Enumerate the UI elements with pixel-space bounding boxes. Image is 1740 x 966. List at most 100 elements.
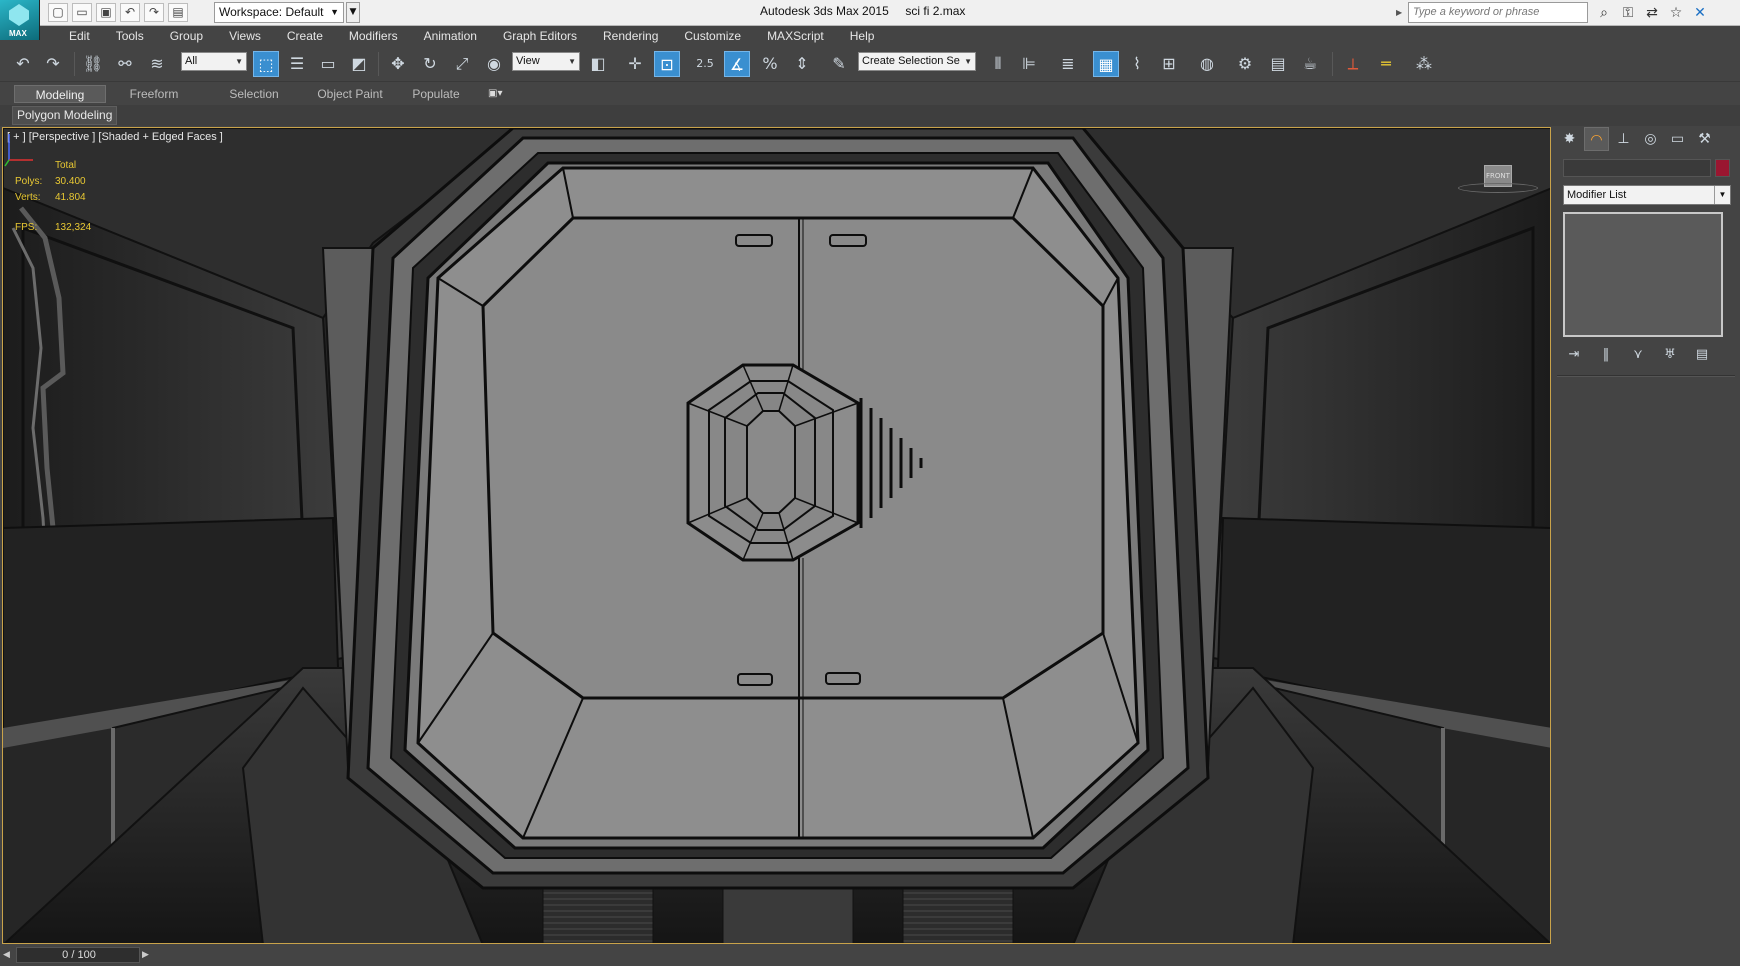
undo-icon[interactable]: ↶ bbox=[120, 3, 140, 22]
redo-icon[interactable]: ↷ bbox=[40, 51, 66, 77]
window-crossing-icon[interactable]: ◩ bbox=[346, 51, 372, 77]
pin-stack-icon[interactable]: ⇥ bbox=[1563, 345, 1585, 365]
ribbon-minimize-icon[interactable]: ▣▾ bbox=[488, 88, 510, 100]
menu-animation[interactable]: Animation bbox=[411, 26, 490, 46]
selection-filter-dropdown[interactable]: All ▼ bbox=[181, 52, 247, 71]
hierarchy-tab-icon[interactable]: ⊥ bbox=[1611, 127, 1636, 151]
select-by-name-icon[interactable]: ☰ bbox=[284, 51, 310, 77]
modify-tab-icon[interactable]: ◠ bbox=[1584, 127, 1609, 151]
app-name: Autodesk 3ds Max 2015 bbox=[760, 4, 889, 18]
pivot-tool-icon[interactable]: ⟂ bbox=[1340, 51, 1366, 77]
scene-explorer-icon[interactable]: ▦ bbox=[1093, 51, 1119, 77]
align-icon[interactable]: ⊫ bbox=[1016, 51, 1042, 77]
measure-distance-icon[interactable]: ═ bbox=[1373, 51, 1399, 77]
bind-to-space-warp-icon[interactable]: ≋ bbox=[144, 51, 170, 77]
menu-rendering[interactable]: Rendering bbox=[590, 26, 671, 46]
pivot-center-icon[interactable]: ◧ bbox=[585, 51, 611, 77]
select-and-move-icon[interactable]: ✥ bbox=[385, 51, 411, 77]
select-and-place-icon[interactable]: ◉ bbox=[481, 51, 507, 77]
menu-modifiers[interactable]: Modifiers bbox=[336, 26, 411, 46]
snaps-toggle-icon[interactable]: 2.5 bbox=[692, 51, 718, 77]
menu-edit[interactable]: Edit bbox=[56, 26, 103, 46]
tab-populate[interactable]: Populate bbox=[396, 85, 476, 103]
utilities-tab-icon[interactable]: ⚒ bbox=[1692, 127, 1717, 151]
modifier-list-dropdown[interactable]: Modifier List ▼ bbox=[1563, 185, 1731, 205]
open-file-icon[interactable]: ▭ bbox=[72, 3, 92, 22]
menu-views[interactable]: Views bbox=[216, 26, 274, 46]
verts-value: 41.804 bbox=[55, 192, 86, 203]
angle-snap-icon[interactable]: ∡ bbox=[724, 51, 750, 77]
chevron-down-icon: ▼ bbox=[964, 57, 972, 66]
edit-named-selection-icon[interactable]: ✎ bbox=[826, 51, 852, 77]
select-and-manipulate-icon[interactable]: ✛ bbox=[622, 51, 648, 77]
schematic-view-icon[interactable]: ⊞ bbox=[1156, 51, 1182, 77]
workspace-dropdown-button[interactable]: ▼ bbox=[346, 2, 360, 23]
time-slider-track[interactable]: 0 / 100 bbox=[16, 947, 140, 963]
time-slider-thumb[interactable]: 0 / 100 bbox=[17, 948, 141, 962]
modifier-stack[interactable] bbox=[1563, 212, 1723, 337]
perspective-viewport[interactable]: [ + ] [Perspective ] [Shaded + Edged Fac… bbox=[2, 127, 1551, 944]
menu-maxscript[interactable]: MAXScript bbox=[754, 26, 837, 46]
search-expand-icon[interactable]: ▶ bbox=[1396, 3, 1408, 23]
exchange-x-icon[interactable]: ✕ bbox=[1690, 3, 1710, 23]
favorites-star-icon[interactable]: ☆ bbox=[1666, 3, 1686, 23]
search-input[interactable]: Type a keyword or phrase bbox=[1408, 2, 1588, 23]
create-tab-icon[interactable]: ✸ bbox=[1557, 127, 1582, 151]
undo-icon[interactable]: ↶ bbox=[10, 51, 36, 77]
redo-icon[interactable]: ↷ bbox=[144, 3, 164, 22]
select-and-link-icon[interactable]: ⛓ bbox=[80, 51, 106, 77]
logo-text: MAX bbox=[9, 29, 27, 38]
percent-snap-icon[interactable]: % bbox=[757, 51, 783, 77]
application-button[interactable]: MAX bbox=[0, 0, 40, 40]
mirror-icon[interactable]: ⫴ bbox=[985, 51, 1011, 77]
exchange-icon[interactable]: ⇄ bbox=[1642, 3, 1662, 23]
chevron-down-icon: ▼ bbox=[330, 7, 339, 17]
fps-label: FPS: bbox=[15, 222, 38, 233]
reference-coordinate-dropdown[interactable]: View ▼ bbox=[512, 52, 580, 71]
configure-modifier-sets-icon[interactable]: ▤ bbox=[1691, 345, 1713, 365]
viewcube-compass-ring[interactable] bbox=[1458, 183, 1538, 193]
layer-manager-icon[interactable]: ≣ bbox=[1055, 51, 1081, 77]
tab-freeform[interactable]: Freeform bbox=[106, 85, 202, 103]
select-and-scale-icon[interactable]: ⤢ bbox=[449, 51, 475, 77]
curve-editor-icon[interactable]: ⌇ bbox=[1124, 51, 1150, 77]
menu-graph-editors[interactable]: Graph Editors bbox=[490, 26, 590, 46]
render-setup-icon[interactable]: ⚙ bbox=[1232, 51, 1258, 77]
polygon-modeling-panel[interactable]: Polygon Modeling bbox=[12, 106, 118, 125]
menu-create[interactable]: Create bbox=[274, 26, 336, 46]
viewcube[interactable]: FRONT bbox=[1458, 165, 1538, 193]
unlink-selection-icon[interactable]: ⚯ bbox=[112, 51, 138, 77]
show-end-result-icon[interactable]: ‖ bbox=[1595, 345, 1617, 365]
menu-group[interactable]: Group bbox=[157, 26, 216, 46]
motion-tab-icon[interactable]: ◎ bbox=[1638, 127, 1663, 151]
object-name-field[interactable] bbox=[1563, 159, 1711, 177]
previous-frame-icon[interactable]: ◀ bbox=[3, 947, 15, 963]
workspace-selector[interactable]: Workspace: Default ▼ bbox=[214, 2, 344, 23]
particle-view-icon[interactable]: ⁂ bbox=[1411, 51, 1437, 77]
keyboard-shortcut-override-icon[interactable]: ⊡ bbox=[654, 51, 680, 77]
project-folder-icon[interactable]: ▤ bbox=[168, 3, 188, 22]
display-tab-icon[interactable]: ▭ bbox=[1665, 127, 1690, 151]
next-frame-icon[interactable]: ▶ bbox=[142, 947, 154, 963]
select-object-icon[interactable]: ⬚ bbox=[253, 51, 279, 77]
spinner-snap-icon[interactable]: ⇕ bbox=[789, 51, 815, 77]
object-color-swatch[interactable] bbox=[1715, 159, 1730, 177]
remove-modifier-icon[interactable]: ♅ bbox=[1659, 345, 1681, 365]
make-unique-icon[interactable]: ⋎ bbox=[1627, 345, 1649, 365]
key-icon[interactable]: ⚿ bbox=[1618, 3, 1638, 23]
menu-help[interactable]: Help bbox=[837, 26, 888, 46]
ceiling-light-core bbox=[746, 410, 796, 514]
named-selection-sets-dropdown[interactable]: Create Selection Se ▼ bbox=[858, 52, 976, 71]
tab-modeling[interactable]: Modeling bbox=[14, 85, 106, 103]
tab-object-paint[interactable]: Object Paint bbox=[290, 85, 410, 103]
rectangular-selection-icon[interactable]: ▭ bbox=[315, 51, 341, 77]
new-file-icon[interactable]: ▢ bbox=[48, 3, 68, 22]
render-production-icon[interactable]: ☕ bbox=[1297, 51, 1323, 77]
select-and-rotate-icon[interactable]: ↻ bbox=[417, 51, 443, 77]
material-editor-icon[interactable]: ◍ bbox=[1194, 51, 1220, 77]
binoculars-icon[interactable]: ⌕ bbox=[1594, 3, 1614, 23]
save-file-icon[interactable]: ▣ bbox=[96, 3, 116, 22]
menu-customize[interactable]: Customize bbox=[671, 26, 754, 46]
rendered-frame-window-icon[interactable]: ▤ bbox=[1265, 51, 1291, 77]
menu-tools[interactable]: Tools bbox=[103, 26, 157, 46]
